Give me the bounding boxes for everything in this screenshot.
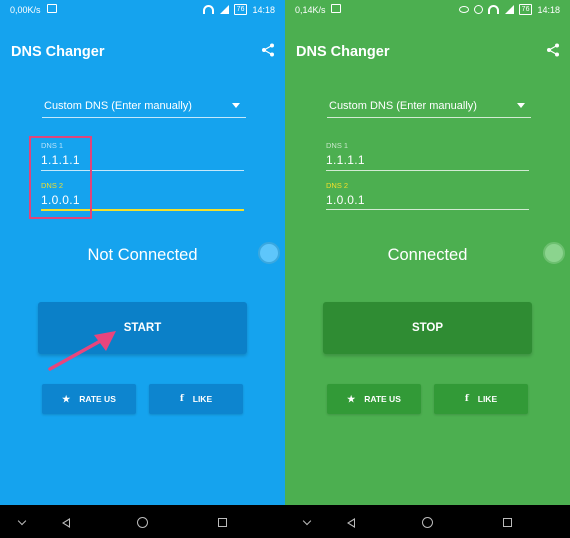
rate-us-label: RATE US <box>79 394 116 404</box>
back-icon[interactable] <box>347 518 355 528</box>
battery-level: 76 <box>518 4 533 15</box>
alarm-icon <box>473 5 483 14</box>
rate-us-button[interactable]: ★ RATE US <box>42 384 136 414</box>
chevron-down-icon[interactable] <box>302 516 312 526</box>
dns1-label: DNS 1 <box>326 141 349 150</box>
dns1-underline <box>326 170 529 171</box>
eye-icon <box>458 6 469 13</box>
app-title: DNS Changer <box>11 44 105 60</box>
connection-status: Not Connected <box>87 246 198 264</box>
screen-connected: 0,14K/s 76 14:18 DNS Changer Custom DNS … <box>285 0 570 505</box>
status-bar: 0,14K/s 76 14:18 <box>285 0 570 20</box>
clock: 14:18 <box>537 4 560 15</box>
chevron-down-icon <box>517 103 525 108</box>
signal-icon <box>504 5 514 14</box>
share-icon[interactable] <box>261 43 275 57</box>
dns2-underline <box>326 209 529 210</box>
star-icon: ★ <box>347 393 356 404</box>
like-label: LIKE <box>477 394 498 404</box>
rate-us-label: RATE US <box>364 394 401 404</box>
dns-provider-dropdown[interactable]: Custom DNS (Enter manually) <box>327 96 531 118</box>
like-label: LIKE <box>192 394 213 404</box>
annotation-highlight-box <box>29 136 92 219</box>
dropdown-selected-value: Custom DNS (Enter manually) <box>329 100 477 112</box>
connection-indicator[interactable] <box>258 242 280 264</box>
chevron-down-icon <box>232 103 240 108</box>
stop-button[interactable]: STOP <box>323 302 532 354</box>
facebook-icon: f <box>464 394 469 404</box>
battery-level: 76 <box>233 4 248 15</box>
like-button[interactable]: f LIKE <box>434 384 528 414</box>
home-icon[interactable] <box>422 517 433 528</box>
recents-icon[interactable] <box>218 518 227 527</box>
back-icon[interactable] <box>62 518 70 528</box>
image-notification-icon <box>331 4 341 13</box>
wifi-icon <box>202 5 214 14</box>
dns1-input[interactable]: 1.1.1.1 <box>326 153 365 167</box>
connection-indicator[interactable] <box>543 242 565 264</box>
screen-not-connected: 0,00K/s 76 14:18 DNS Changer Custom DNS … <box>0 0 285 505</box>
system-navigation-bar <box>0 505 570 538</box>
wifi-icon <box>487 5 499 14</box>
star-icon: ★ <box>62 393 71 404</box>
annotation-arrow-icon <box>48 331 116 371</box>
share-icon[interactable] <box>546 43 560 57</box>
network-speed: 0,14K/s <box>295 5 326 15</box>
facebook-icon: f <box>179 394 184 404</box>
connection-status: Connected <box>387 246 468 264</box>
status-bar: 0,00K/s 76 14:18 <box>0 0 285 20</box>
clock: 14:18 <box>252 4 275 15</box>
app-title: DNS Changer <box>296 44 390 60</box>
dns-provider-dropdown[interactable]: Custom DNS (Enter manually) <box>42 96 246 118</box>
image-notification-icon <box>47 4 57 13</box>
dns2-label: DNS 2 <box>326 181 349 190</box>
like-button[interactable]: f LIKE <box>149 384 243 414</box>
network-speed: 0,00K/s <box>10 5 41 15</box>
signal-icon <box>219 5 229 14</box>
home-icon[interactable] <box>137 517 148 528</box>
dropdown-selected-value: Custom DNS (Enter manually) <box>44 100 192 112</box>
chevron-down-icon[interactable] <box>17 516 27 526</box>
rate-us-button[interactable]: ★ RATE US <box>327 384 421 414</box>
recents-icon[interactable] <box>503 518 512 527</box>
dns2-input[interactable]: 1.0.0.1 <box>326 193 365 207</box>
